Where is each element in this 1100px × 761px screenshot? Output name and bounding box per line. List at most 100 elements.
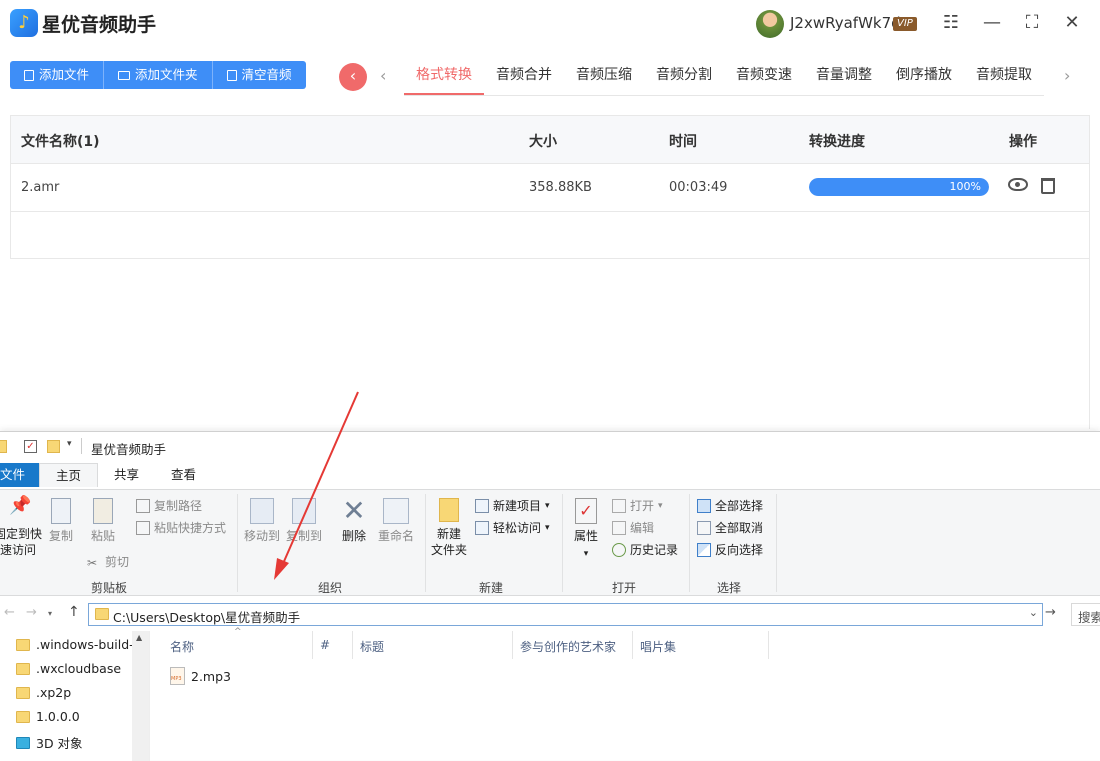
tab-format-convert[interactable]: 格式转换 [404, 58, 484, 95]
tabs-prev-icon[interactable]: ‹ [380, 66, 386, 85]
delete-trash-icon[interactable] [1041, 178, 1055, 194]
select-all-button[interactable]: 全部选择 [697, 498, 763, 514]
file-explorer-window: ✓ ▾ 星优音频助手 文件 主页 共享 查看 📌 固定到快 速访问 复制 粘贴 … [0, 431, 1100, 761]
paste-shortcut-label: 粘贴快捷方式 [154, 521, 227, 535]
nav-item-label: .wxcloudbase [36, 661, 122, 676]
user-avatar[interactable] [756, 10, 784, 38]
tabs-next-icon[interactable]: › [1064, 66, 1070, 85]
new-item-label: 新建项目 [493, 499, 542, 513]
ribbon-tab-home[interactable]: 主页 [39, 463, 99, 487]
quick-access-dropdown-icon[interactable]: ▾ [67, 439, 72, 449]
back-arrow-icon[interactable]: ← [4, 605, 15, 620]
delete-button[interactable]: ✕ 删除 [338, 494, 370, 544]
copy-to-button[interactable]: 复制到 [285, 498, 323, 544]
properties-label: 属性 [573, 529, 598, 543]
invert-selection-button[interactable]: 反向选择 [697, 542, 763, 558]
file-item[interactable]: 2.mp3 [170, 667, 231, 685]
scissors-icon: ✂ [87, 556, 98, 570]
pin-quick-access-button[interactable]: 📌 固定到快 速访问 [0, 495, 42, 558]
column-title[interactable]: 标题 [360, 638, 384, 655]
easy-access-label: 轻松访问 [493, 521, 542, 535]
address-bar[interactable]: C:\Users\Desktop\星优音频助手 ⌄ [88, 603, 1043, 626]
close-button[interactable]: ✕ [1061, 12, 1083, 34]
paste-shortcut-button[interactable]: 粘贴快捷方式 [136, 520, 226, 536]
back-button[interactable]: ‹ [339, 63, 367, 91]
paste-button[interactable]: 粘贴 [86, 498, 120, 544]
easy-access-icon [475, 521, 489, 535]
minimize-button[interactable]: — [981, 12, 1003, 34]
pin-icon: 📌 [9, 495, 32, 516]
column-number[interactable]: # [320, 638, 330, 652]
toolbar: 添加文件 添加文件夹 清空音频 [10, 61, 306, 89]
tab-audio-speed[interactable]: 音频变速 [724, 58, 804, 95]
copy-to-icon [292, 498, 316, 524]
settings-icon[interactable]: ☷ [940, 12, 962, 34]
select-none-button[interactable]: 全部取消 [697, 520, 763, 536]
tab-audio-split[interactable]: 音频分割 [644, 58, 724, 95]
address-dropdown-icon[interactable]: ⌄ [1029, 606, 1038, 619]
rename-button[interactable]: 重命名 [376, 498, 416, 544]
new-folder-quick-icon[interactable] [47, 440, 60, 453]
select-none-label: 全部取消 [715, 521, 764, 535]
search-input[interactable]: 搜索 [1071, 603, 1100, 626]
new-folder-button[interactable]: 新建 文件夹 [429, 498, 469, 558]
column-artist[interactable]: 参与创作的艺术家 [520, 638, 616, 655]
tab-reverse-play[interactable]: 倒序播放 [884, 58, 964, 95]
trash-icon [226, 69, 237, 81]
select-all-icon [697, 499, 711, 513]
address-row: ← → ▾ ↑ C:\Users\Desktop\星优音频助手 ⌄ → 搜索 [0, 597, 1100, 631]
open-group-label: 打开 [612, 581, 637, 595]
move-to-button[interactable]: 移动到 [243, 498, 281, 544]
copy-to-label: 复制到 [285, 529, 322, 543]
tab-audio-merge[interactable]: 音频合并 [484, 58, 564, 95]
tab-audio-compress[interactable]: 音频压缩 [564, 58, 644, 95]
column-album[interactable]: 唱片集 [640, 638, 676, 655]
recent-dropdown-icon[interactable]: ▾ [48, 609, 52, 618]
nav-item[interactable]: 3D 对象 [16, 733, 83, 752]
user-name[interactable]: J2xwRyafWk7d [790, 14, 901, 32]
scroll-up-icon[interactable]: ▲ [136, 633, 142, 642]
ribbon-tab-share[interactable]: 共享 [98, 463, 155, 487]
ribbon-tab-view[interactable]: 查看 [155, 463, 212, 487]
forward-arrow-icon[interactable]: → [26, 605, 37, 620]
title-separator [81, 438, 82, 454]
nav-scrollbar[interactable]: ▲ [132, 631, 149, 761]
go-arrow-icon[interactable]: → [1045, 605, 1056, 620]
tab-audio-extract[interactable]: 音频提取 [964, 58, 1044, 95]
clear-audio-button[interactable]: 清空音频 [212, 61, 306, 89]
history-button[interactable]: 历史记录 [612, 542, 678, 558]
copy-button[interactable]: 复制 [44, 498, 78, 544]
tab-volume-adjust[interactable]: 音量调整 [804, 58, 884, 95]
properties-button[interactable]: ✓ 属性 ▾ [570, 498, 602, 562]
copy-path-button[interactable]: 复制路径 [136, 498, 202, 514]
delete-x-icon: ✕ [342, 494, 366, 527]
up-arrow-icon[interactable]: ↑ [68, 604, 80, 620]
delete-label: 删除 [341, 529, 366, 543]
add-folder-button[interactable]: 添加文件夹 [104, 61, 213, 89]
col-size: 大小 [529, 134, 557, 150]
maximize-button[interactable]: ⛶ [1021, 12, 1043, 34]
nav-item[interactable]: .xp2p [16, 685, 71, 700]
edit-button[interactable]: 编辑 [612, 520, 654, 536]
nav-item[interactable]: .windows-build-t [16, 637, 139, 652]
table-row[interactable]: 2.amr 358.88KB 00:03:49 100% [11, 164, 1089, 212]
column-name[interactable]: 名称 [170, 638, 194, 655]
preview-eye-icon[interactable] [1008, 178, 1028, 191]
col-time: 时间 [669, 134, 697, 150]
dropdown-icon: ▾ [583, 549, 589, 559]
folder-icon [16, 662, 30, 675]
cut-button[interactable]: ✂ 剪切 [87, 554, 129, 570]
nav-item[interactable]: .wxcloudbase [16, 661, 121, 676]
open-button[interactable]: 打开 ▾ [612, 498, 663, 514]
rename-label: 重命名 [377, 529, 414, 543]
new-item-button[interactable]: 新建项目 ▾ [475, 498, 550, 514]
copy-path-label: 复制路径 [154, 499, 203, 513]
col-progress: 转换进度 [809, 134, 865, 150]
properties-check-icon[interactable]: ✓ [24, 440, 37, 453]
add-file-button[interactable]: 添加文件 [10, 61, 105, 89]
easy-access-button[interactable]: 轻松访问 ▾ [475, 520, 550, 536]
ribbon-tab-file[interactable]: 文件 [0, 463, 40, 487]
nav-item[interactable]: 1.0.0.0 [16, 709, 80, 724]
column-separator [352, 631, 353, 659]
file-name: 2.amr [21, 180, 60, 195]
